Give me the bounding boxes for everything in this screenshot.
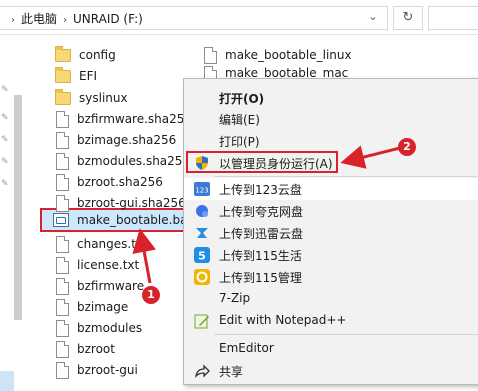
annotation-badge-2: 2 <box>398 138 416 156</box>
arrow-1 <box>132 228 156 284</box>
annotation-arrows <box>132 145 401 284</box>
arrow-2 <box>340 145 401 169</box>
annotation-badge-1: 1 <box>142 286 160 304</box>
